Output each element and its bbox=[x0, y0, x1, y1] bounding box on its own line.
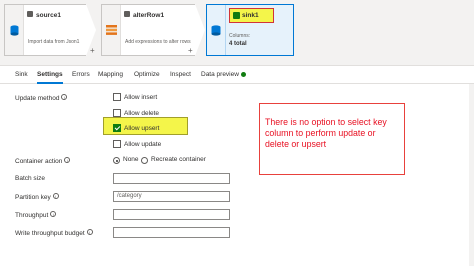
batch-size-label: Batch size bbox=[15, 175, 45, 182]
allow-delete-checkbox[interactable] bbox=[113, 109, 121, 117]
partition-key-label: Partition key i bbox=[15, 193, 59, 201]
allow-update-label: Allow update bbox=[124, 141, 162, 148]
tab-optimize[interactable]: Optimize bbox=[134, 71, 160, 78]
allow-insert-label: Allow insert bbox=[124, 94, 158, 101]
info-icon[interactable]: i bbox=[52, 193, 59, 199]
sink-title-highlight: sink1 bbox=[229, 8, 274, 23]
allow-upsert-checkbox[interactable] bbox=[113, 124, 121, 132]
alter-row-node[interactable]: alterRow1 Add expressions to alter rows bbox=[101, 4, 195, 56]
tab-settings[interactable]: Settings bbox=[37, 71, 63, 78]
source-db-icon bbox=[10, 25, 19, 36]
info-icon[interactable]: i bbox=[64, 157, 71, 163]
info-icon[interactable]: i bbox=[86, 229, 93, 235]
source-type-icon bbox=[27, 11, 33, 17]
allow-upsert-label: Allow upsert bbox=[124, 125, 160, 132]
allow-insert-checkbox[interactable] bbox=[113, 93, 121, 101]
source-subtitle: Import data from Json1 bbox=[28, 39, 80, 45]
sink-db-icon bbox=[211, 25, 221, 36]
alter-subtitle: Add expressions to alter rows bbox=[125, 39, 191, 45]
sink-node[interactable]: sink1 Columns: 4 total bbox=[206, 4, 294, 56]
alter-title: alterRow1 bbox=[133, 12, 165, 19]
recreate-container-label: Recreate container bbox=[151, 156, 206, 163]
tab-inspect[interactable]: Inspect bbox=[170, 71, 191, 78]
sink-type-icon bbox=[233, 12, 240, 19]
dataflow-canvas: source1 Import data from Json1 + alterRo… bbox=[0, 0, 474, 66]
tab-mapping[interactable]: Mapping bbox=[98, 71, 123, 78]
sink-columns-value: 4 total bbox=[229, 41, 247, 47]
add-step-after-alter-icon[interactable]: + bbox=[188, 47, 193, 55]
info-icon[interactable]: i bbox=[50, 211, 57, 217]
allow-delete-label: Allow delete bbox=[124, 110, 160, 117]
allow-update-checkbox[interactable] bbox=[113, 140, 121, 148]
container-action-label: Container action i bbox=[15, 157, 71, 165]
tab-sink[interactable]: Sink bbox=[15, 71, 28, 78]
source-title: source1 bbox=[36, 12, 61, 19]
recreate-container-radio[interactable] bbox=[141, 157, 148, 164]
throughput-input[interactable] bbox=[113, 209, 230, 220]
update-method-label: Update method i bbox=[15, 94, 68, 102]
sink-title: sink1 bbox=[242, 12, 259, 19]
status-dot-icon bbox=[241, 72, 246, 77]
partition-key-input[interactable]: /category bbox=[113, 191, 230, 202]
throughput-label: Throughput i bbox=[15, 211, 57, 219]
settings-tabs: Sink Settings Errors Mapping Optimize In… bbox=[0, 66, 474, 84]
tab-errors[interactable]: Errors bbox=[72, 71, 90, 78]
vertical-scrollbar[interactable] bbox=[469, 84, 474, 266]
active-tab-indicator bbox=[37, 82, 63, 84]
tab-data-preview[interactable]: Data preview bbox=[201, 71, 239, 78]
add-step-after-source-icon[interactable]: + bbox=[90, 47, 95, 55]
sink-columns-label: Columns: bbox=[229, 33, 251, 39]
write-throughput-budget-label: Write throughput budget i bbox=[15, 229, 93, 237]
alter-type-icon bbox=[124, 11, 130, 17]
none-radio-label: None bbox=[123, 156, 139, 163]
write-throughput-budget-input[interactable] bbox=[113, 227, 230, 238]
source-node[interactable]: source1 Import data from Json1 bbox=[4, 4, 86, 56]
alter-row-icon bbox=[106, 25, 117, 35]
info-icon[interactable]: i bbox=[61, 94, 68, 100]
annotation-callout: There is no option to select key column … bbox=[259, 103, 405, 175]
batch-size-input[interactable] bbox=[113, 173, 230, 184]
none-radio[interactable] bbox=[113, 157, 120, 164]
